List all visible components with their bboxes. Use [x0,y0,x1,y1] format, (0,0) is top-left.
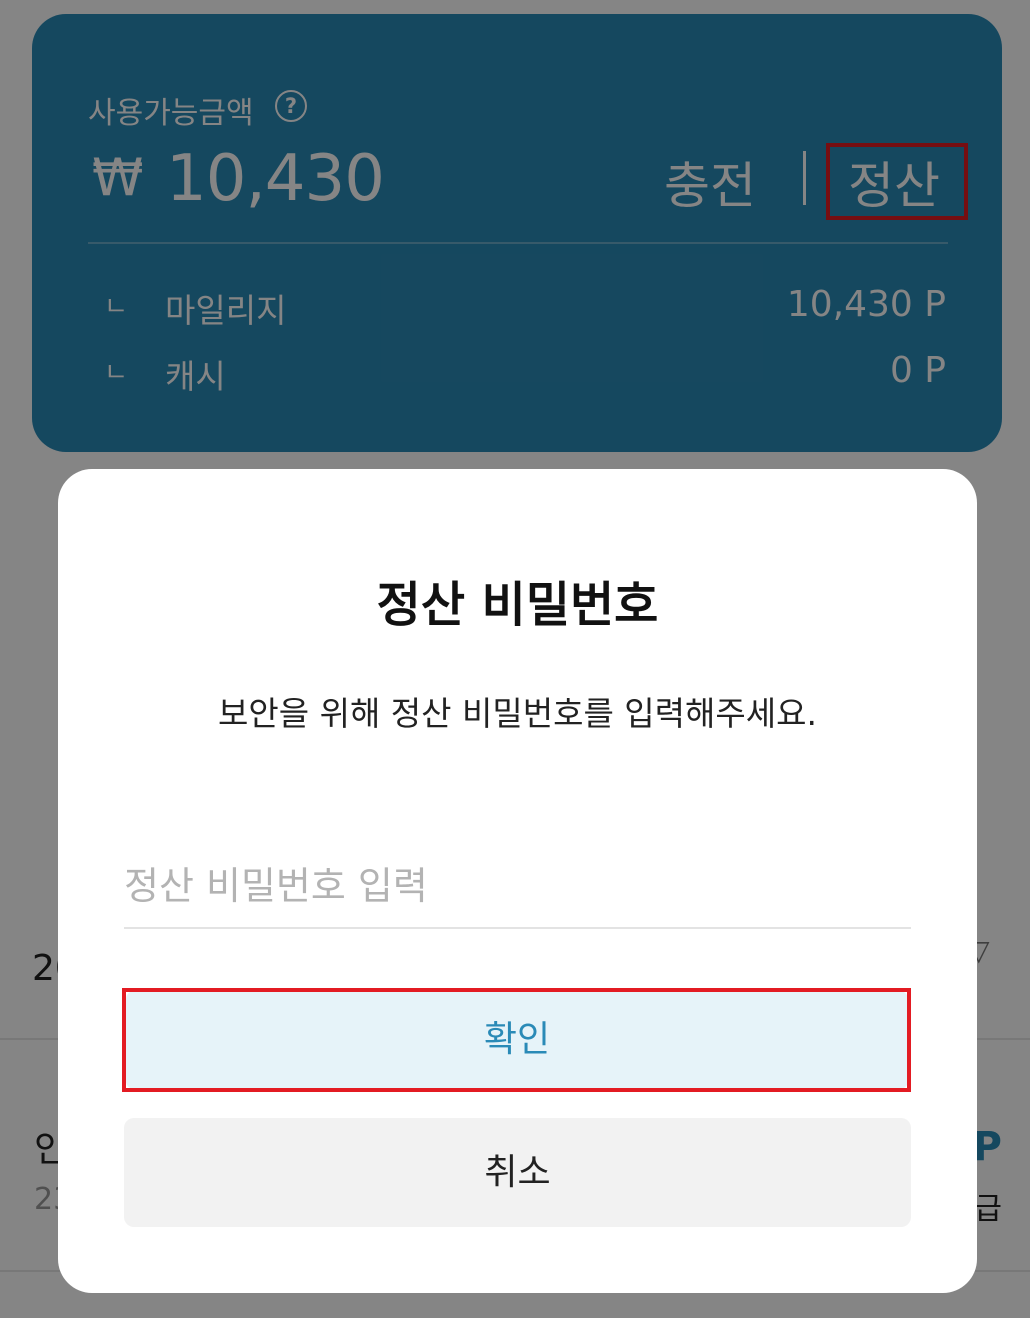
dialog-title: 정산 비밀번호 [376,577,659,633]
settlement-password-dialog: 정산 비밀번호 보안을 위해 정산 비밀번호를 입력해주세요. 확인 취소 [58,469,977,1293]
settlement-password-input[interactable] [124,845,911,929]
confirm-button-highlight [122,988,911,1092]
dialog-description: 보안을 위해 정산 비밀번호를 입력해주세요. [218,694,817,733]
cancel-button[interactable]: 취소 [124,1118,911,1227]
